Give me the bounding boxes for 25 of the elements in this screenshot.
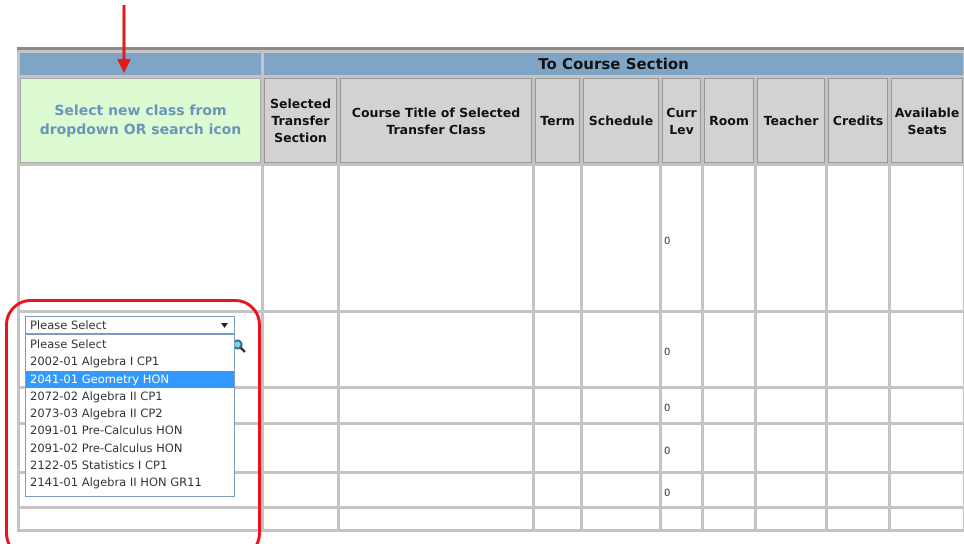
column-header: Teacher [757, 78, 825, 163]
column-header: Room [704, 78, 754, 163]
dropdown-option[interactable]: 2072-02 Algebra II CP1 [26, 388, 234, 406]
table-cell-text: 0 [663, 403, 670, 414]
group-header: To Course Section [264, 53, 964, 75]
dropdown-option[interactable]: 2091-01 Pre-Calculus HON [26, 422, 234, 440]
column-header: Course Title of Selected Transfer Class [340, 78, 532, 163]
column-header: Term [535, 78, 580, 163]
instruction-header: Select new class from dropdown OR search icon [20, 78, 261, 163]
class-dropdown[interactable]: Please Select [25, 316, 235, 334]
dropdown-option[interactable]: 2091-02 Pre-Calculus HON [26, 440, 234, 458]
table-cell-text: 0 [663, 446, 670, 456]
caret-icon [221, 322, 228, 328]
table-cell-text: 0 [663, 347, 670, 358]
dropdown-option[interactable]: 2122-05 Statistics I CP1 [26, 457, 234, 474]
dropdown-option[interactable]: 2073-03 Algebra II CP2 [26, 405, 234, 422]
column-header: Credits [828, 78, 888, 163]
table-cell-text: 0 [663, 488, 670, 498]
dropdown-option[interactable]: Please Select [26, 336, 234, 354]
dropdown-option[interactable]: 2002-01 Algebra I CP1 [26, 353, 234, 371]
column-header: Available Seats [891, 78, 964, 163]
column-header: Schedule [583, 78, 659, 163]
table-cell-text: 0 [663, 236, 670, 246]
column-header: Curr Lev [662, 78, 701, 163]
column-header: Selected Transfer Section [264, 78, 337, 163]
